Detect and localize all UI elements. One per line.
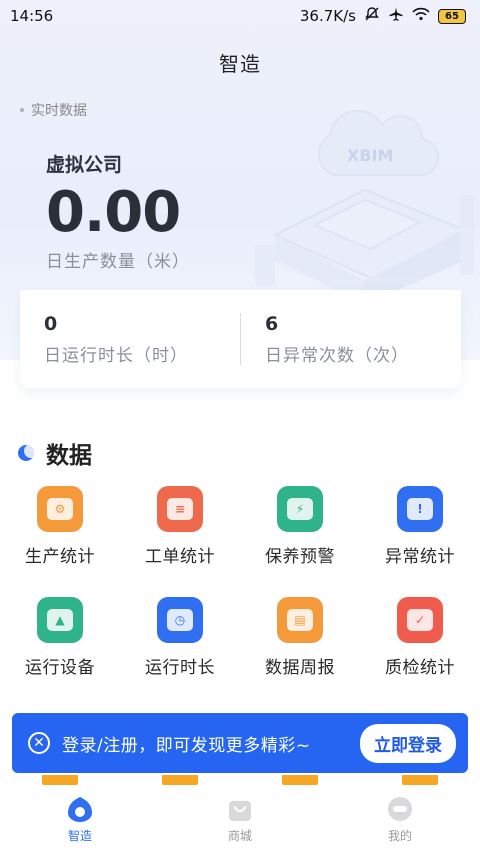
weekly-report-icon: ▤ <box>277 597 323 643</box>
peek-bar <box>162 775 198 785</box>
bottom-nav: 智造 商城 我的 <box>0 785 480 853</box>
realtime-section-text: 实时数据 <box>31 103 87 119</box>
stat-value: 0 <box>44 312 58 335</box>
profile-icon <box>385 795 415 823</box>
running-time-icon: ◷ <box>157 597 203 643</box>
nav-label: 智造 <box>67 828 92 843</box>
daily-output-value: 0.00 <box>46 180 181 245</box>
grid-item-maintenance-warning[interactable]: ⚡ 保养预警 <box>240 486 360 567</box>
stat-label: 日运行时长（时） <box>44 345 188 366</box>
close-icon[interactable]: ✕ <box>28 732 50 754</box>
peek-bar <box>282 775 318 785</box>
battery-indicator: 65 <box>438 8 466 24</box>
stat-run-hours: 0 日运行时长（时） <box>20 313 240 366</box>
tab-mine[interactable]: 我的 <box>320 785 480 853</box>
shopping-bag-icon <box>225 795 255 823</box>
bullet-dot <box>20 108 24 112</box>
realtime-section-label: 实时数据 <box>20 100 87 120</box>
grid-item-label: 运行时长 <box>145 658 215 678</box>
peek-bar <box>42 775 78 785</box>
realtime-stats-card: 0 日运行时长（时） 6 日异常次数（次） <box>20 290 461 388</box>
grid-item-label: 质检统计 <box>385 658 455 678</box>
data-grid: ⚙ 生产统计 ≡ 工单统计 ⚡ 保养预警 ! 异常统计 ▲ 运行设备 ◷ 运行时… <box>0 486 480 678</box>
peek-bar <box>402 775 438 785</box>
airplane-mode-icon <box>388 6 404 26</box>
grid-item-running-time[interactable]: ◷ 运行时长 <box>120 597 240 678</box>
stat-value: 6 <box>265 312 279 335</box>
status-time: 14:56 <box>10 7 54 25</box>
grid-item-running-equipment[interactable]: ▲ 运行设备 <box>0 597 120 678</box>
grid-item-quality-inspection[interactable]: ✓ 质检统计 <box>360 597 480 678</box>
grid-item-work-order[interactable]: ≡ 工单统计 <box>120 486 240 567</box>
grid-item-label: 数据周报 <box>265 658 335 678</box>
network-speed: 36.7K/s <box>299 7 356 25</box>
nav-label: 我的 <box>387 828 412 843</box>
stat-anomaly-count: 6 日异常次数（次） <box>240 312 461 366</box>
grid-item-label: 生产统计 <box>25 547 95 567</box>
next-row-icons-peek <box>0 775 480 785</box>
quality-inspection-icon: ✓ <box>397 597 443 643</box>
home-icon <box>65 795 95 823</box>
wifi-icon <box>412 7 430 25</box>
maintenance-warning-icon: ⚡ <box>277 486 323 532</box>
running-equipment-icon: ▲ <box>37 597 83 643</box>
login-banner-text: 登录/注册，即可发现更多精彩~ <box>62 735 311 756</box>
daily-output-label: 日生产数量（米） <box>46 252 190 272</box>
nav-label: 商城 <box>227 828 252 843</box>
status-indicators: 36.7K/s 65 <box>300 6 466 26</box>
mute-alarm-icon <box>364 6 380 26</box>
data-section-header: 数据 <box>18 436 92 470</box>
grid-item-anomaly-stats[interactable]: ! 异常统计 <box>360 486 480 567</box>
production-stats-icon: ⚙ <box>37 486 83 532</box>
page-title: 智造 <box>219 52 261 76</box>
moon-icon <box>18 445 34 461</box>
grid-item-label: 保养预警 <box>265 547 335 567</box>
login-banner: ✕ 登录/注册，即可发现更多精彩~ 立即登录 <box>12 713 468 773</box>
data-section-title: 数据 <box>46 443 92 469</box>
stat-label: 日异常次数（次） <box>265 345 409 366</box>
login-button[interactable]: 立即登录 <box>360 723 456 763</box>
realtime-summary-card: 虚拟公司 0.00 日生产数量（米） <box>20 130 460 290</box>
grid-item-label: 异常统计 <box>385 547 455 567</box>
tab-zhizao[interactable]: 智造 <box>0 785 160 853</box>
status-bar: 14:56 36.7K/s 65 <box>0 0 480 32</box>
work-order-icon: ≡ <box>157 486 203 532</box>
grid-item-production-stats[interactable]: ⚙ 生产统计 <box>0 486 120 567</box>
anomaly-stats-icon: ! <box>397 486 443 532</box>
grid-item-label: 运行设备 <box>25 658 95 678</box>
grid-item-label: 工单统计 <box>145 547 215 567</box>
company-name: 虚拟公司 <box>46 154 123 176</box>
tab-shop[interactable]: 商城 <box>160 785 320 853</box>
grid-item-weekly-report[interactable]: ▤ 数据周报 <box>240 597 360 678</box>
